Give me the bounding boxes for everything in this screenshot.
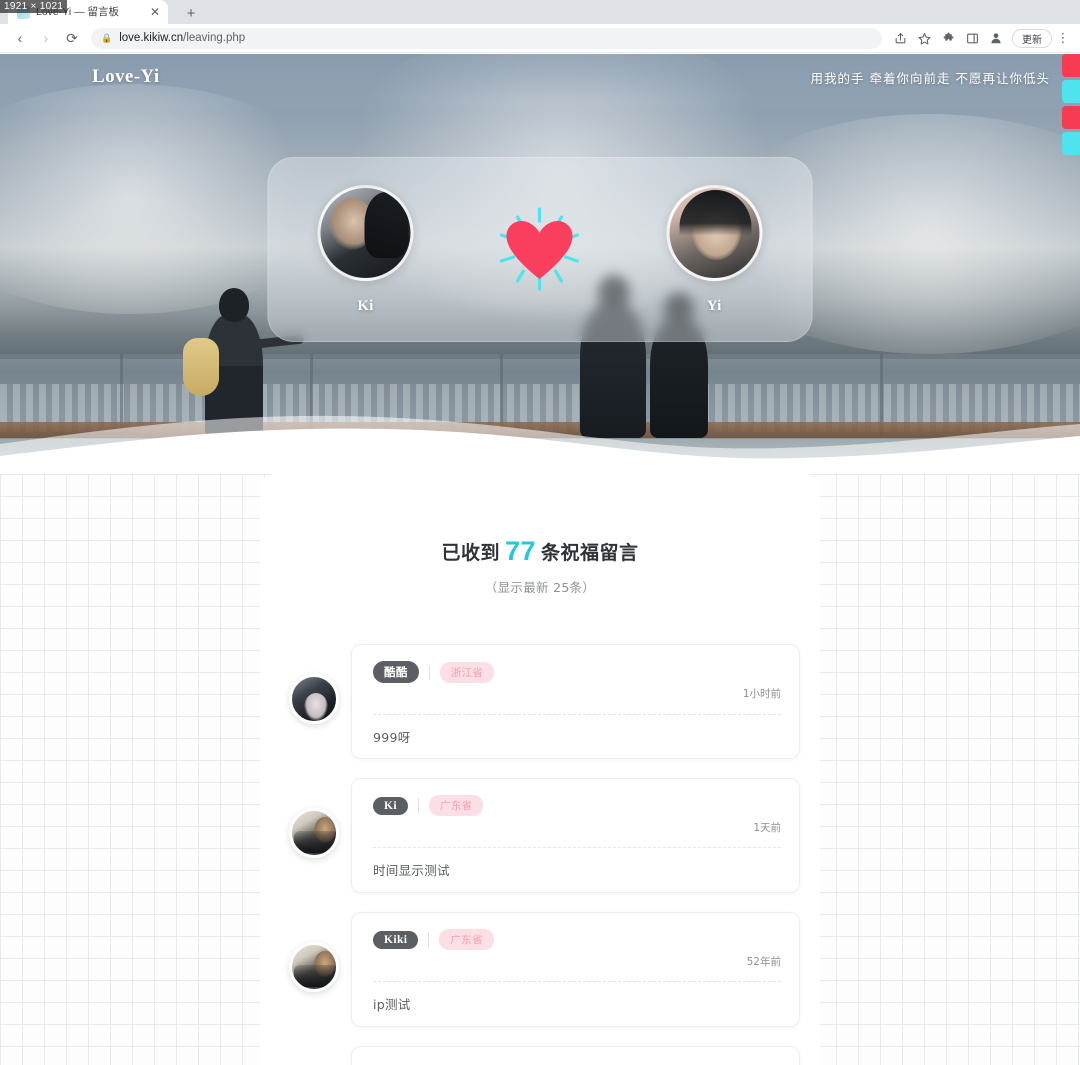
- board-title-suffix: 条祝福留言: [541, 542, 639, 564]
- address-bar[interactable]: 🔒 love.kikiw.cn/leaving.php: [91, 27, 882, 49]
- avatar[interactable]: [289, 808, 339, 858]
- site-brand[interactable]: Love-Yi: [92, 66, 160, 88]
- couple-card: Ki Yi: [267, 157, 813, 342]
- side-panel-icon[interactable]: [961, 27, 983, 49]
- hero-wave-divider: [0, 415, 1080, 474]
- page-viewport: Love-Yi 用我的手 牵着你向前走 不愿再让你低头 Ki Yi 已收到 77…: [0, 54, 1080, 1065]
- side-widget: [1062, 54, 1080, 158]
- message-list: 酷酷 浙江省 1小时前 999呀 Ki 广东省 1天前 时间显示测试 Kiki …: [260, 644, 820, 1065]
- divider: [428, 664, 430, 680]
- message-board-panel: 已收到 77 条祝福留言 （显示最新 25条） 酷酷 浙江省 1小时前 999呀…: [260, 474, 820, 1065]
- list-item: Ki 广东省 1天前 时间显示测试: [280, 778, 800, 911]
- browser-toolbar: ‹ › ⟳ 🔒 love.kikiw.cn/leaving.php 更新 ⋮: [0, 24, 1080, 53]
- side-tab-cyan-2[interactable]: [1062, 132, 1080, 155]
- update-button[interactable]: 更新: [1012, 28, 1052, 48]
- message-header: 酷酷 浙江省 1小时前: [373, 661, 781, 700]
- side-tab-red-2[interactable]: [1062, 106, 1080, 129]
- message-author-name: Ki: [373, 796, 408, 815]
- list-item: 酷酷 浙江省 1小时前 999呀: [280, 644, 800, 777]
- hero-section: Love-Yi 用我的手 牵着你向前走 不愿再让你低头 Ki Yi: [0, 54, 1080, 474]
- list-item: [280, 1046, 800, 1065]
- message-card[interactable]: Kiki 广东省 52年前 ip测试: [351, 912, 800, 1027]
- heart-svg: [500, 206, 580, 291]
- content-section: 已收到 77 条祝福留言 （显示最新 25条） 酷酷 浙江省 1小时前 999呀…: [0, 474, 1080, 1065]
- divider: [428, 932, 430, 947]
- list-item: Kiki 广东省 52年前 ip测试: [280, 912, 800, 1045]
- board-title-prefix: 已收到: [441, 542, 500, 564]
- avatar-ki[interactable]: [317, 184, 414, 281]
- board-count: 77: [504, 536, 537, 566]
- close-icon[interactable]: ✕: [148, 6, 162, 18]
- message-location-badge: 广东省: [428, 795, 484, 816]
- divider: [417, 798, 419, 813]
- message-content: ip测试: [373, 997, 411, 1012]
- couple-name-right: Yi: [706, 297, 722, 314]
- message-location-badge: 浙江省: [439, 661, 495, 683]
- side-tab-red-1[interactable]: [1062, 54, 1080, 77]
- divider: [373, 981, 781, 982]
- heart-icon: [485, 195, 595, 305]
- hero-figure-backpack: [183, 338, 219, 396]
- message-content: 999呀: [373, 730, 411, 745]
- viewport-size-badge: 1921 × 1021: [0, 0, 68, 13]
- couple-person-left: Ki: [291, 184, 441, 315]
- message-header: Ki 广东省 1天前: [373, 795, 781, 834]
- hero-upper-rail: [0, 354, 1080, 359]
- avatar-yi[interactable]: [666, 184, 763, 281]
- back-button[interactable]: ‹: [8, 26, 32, 50]
- browser-menu-icon[interactable]: ⋮: [1054, 30, 1072, 46]
- lock-icon: 🔒: [101, 32, 113, 43]
- extensions-puzzle-icon[interactable]: [937, 27, 959, 49]
- profile-avatar-icon[interactable]: [985, 27, 1007, 49]
- divider: [373, 714, 781, 715]
- couple-name-left: Ki: [357, 297, 374, 314]
- share-icon[interactable]: [889, 27, 911, 49]
- message-author-name: Kiki: [373, 930, 419, 949]
- message-card[interactable]: 酷酷 浙江省 1小时前 999呀: [351, 644, 800, 759]
- bookmark-star-icon[interactable]: [913, 27, 935, 49]
- message-location-badge: 广东省: [439, 929, 494, 950]
- message-author-name: 酷酷: [373, 661, 419, 683]
- browser-window: Love-Yi — 留言板 ✕ + 1921 × 1021 ‹ › ⟳ 🔒 lo…: [0, 0, 1080, 1065]
- board-subtitle: （显示最新 25条）: [484, 580, 596, 595]
- address-bar-url: love.kikiw.cn/leaving.php: [119, 32, 245, 44]
- message-content: 时间显示测试: [373, 863, 450, 878]
- avatar[interactable]: [289, 942, 339, 992]
- divider: [373, 847, 781, 848]
- site-slogan: 用我的手 牵着你向前走 不愿再让你低头: [810, 70, 1050, 86]
- url-host: love.kikiw.cn: [119, 32, 184, 44]
- message-time: 52年前: [746, 956, 781, 968]
- message-card[interactable]: [351, 1046, 800, 1065]
- board-title: 已收到 77 条祝福留言: [260, 536, 820, 567]
- couple-person-right: Yi: [639, 184, 789, 315]
- url-path: /leaving.php: [183, 32, 246, 44]
- new-tab-button[interactable]: +: [178, 2, 204, 24]
- tab-strip: Love-Yi — 留言板 ✕ + 1921 × 1021: [0, 0, 1080, 24]
- message-time: 1小时前: [742, 688, 781, 700]
- side-tab-cyan-1[interactable]: [1062, 80, 1080, 103]
- reload-button[interactable]: ⟳: [60, 26, 84, 50]
- message-header: Kiki 广东省 52年前: [373, 929, 781, 968]
- avatar[interactable]: [289, 674, 339, 724]
- forward-button[interactable]: ›: [34, 26, 58, 50]
- message-card[interactable]: Ki 广东省 1天前 时间显示测试: [351, 778, 800, 893]
- site-header: Love-Yi 用我的手 牵着你向前走 不愿再让你低头: [0, 54, 1080, 100]
- message-time: 1天前: [753, 822, 781, 834]
